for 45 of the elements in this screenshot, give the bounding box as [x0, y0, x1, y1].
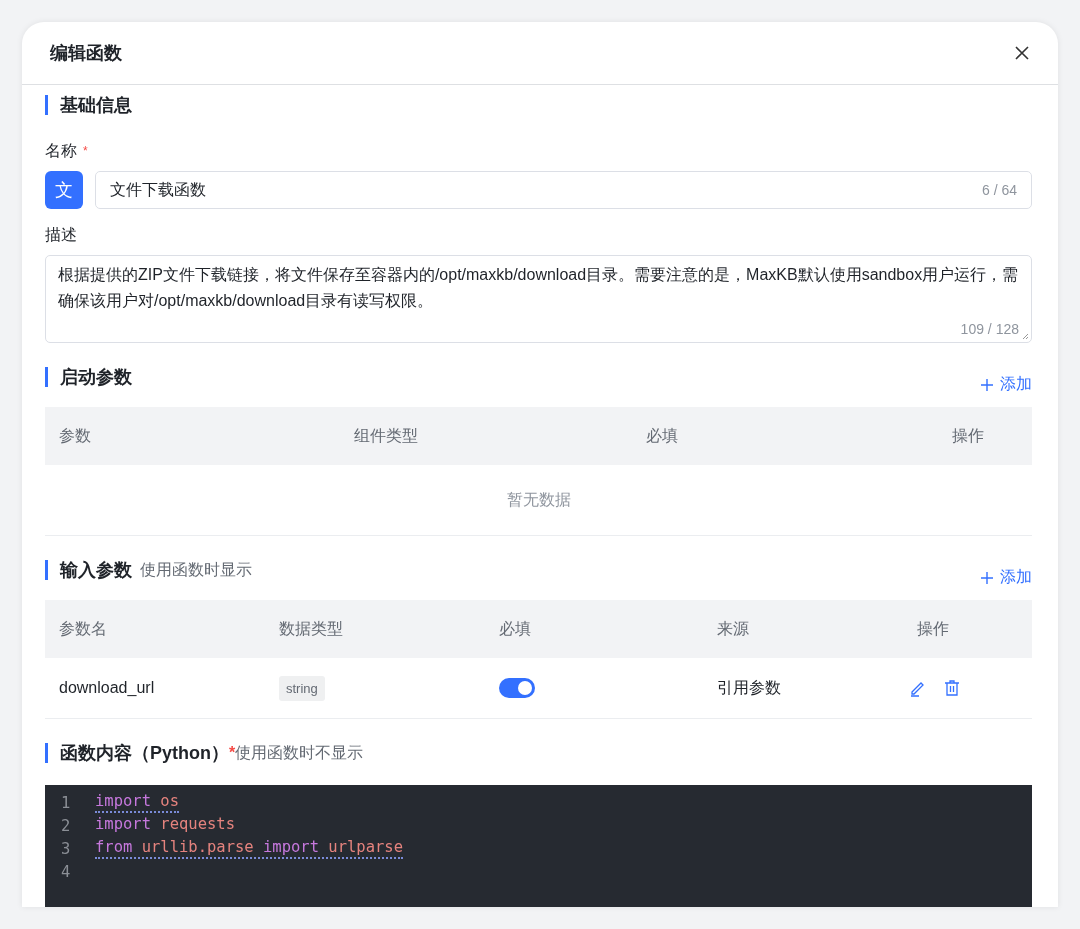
table-cell-text: download_url: [58, 679, 156, 697]
section-title: 启动参数: [60, 366, 132, 389]
required-mark: *: [229, 744, 236, 762]
plus-icon: [980, 570, 994, 585]
line-number: 3: [60, 839, 72, 858]
column-header: 参数: [58, 425, 92, 446]
add-link[interactable]: 添加: [980, 567, 1032, 588]
column-header: 必填: [645, 425, 679, 446]
section-hint: 使用函数时显示: [140, 559, 252, 580]
description-textarea[interactable]: 根据提供的ZIP文件下载链接，将文件保存至容器内的/opt/maxkb/download目录。需要注意的是，MaxKB默认使用sandbox用户运行，需确保该用户对/opt/maxkb/download目录有读写权限。 109 / 128: [45, 255, 1032, 343]
line-number: 4: [60, 862, 72, 881]
column-header: 来源: [716, 618, 750, 639]
section-title: 输入参数: [60, 559, 132, 582]
code-editor[interactable]: 1 import os 2 import requests 3 from urllib.parse import urlparse 4: [45, 785, 1032, 907]
required-mark: *: [83, 144, 88, 158]
char-count: 109 / 128: [960, 320, 1019, 338]
line-number: 2: [60, 816, 72, 835]
close-icon[interactable]: [1014, 45, 1030, 61]
section-title: 函数内容（Python）: [60, 742, 229, 765]
section-hint: 使用函数时不显示: [235, 742, 364, 763]
required-toggle[interactable]: [499, 678, 535, 698]
type-tag: string: [279, 675, 325, 701]
code-line: import os: [95, 792, 179, 813]
function-avatar: 文: [45, 171, 83, 209]
line-number: 1: [60, 793, 72, 812]
add-link[interactable]: 添加: [980, 374, 1032, 395]
empty-text: 暂无数据: [506, 489, 571, 510]
column-header: 必填: [498, 618, 532, 639]
field-label: 描述: [45, 224, 77, 245]
code-line: from urllib.parse import urlparse: [95, 838, 403, 859]
column-header: 组件类型: [353, 425, 419, 446]
section-title: 基础信息: [60, 94, 132, 117]
field-label: 名称: [45, 140, 77, 161]
column-header: 参数名: [58, 618, 108, 639]
column-header: 操作: [916, 618, 950, 639]
char-count: 6 / 64: [981, 182, 1017, 198]
trash-icon[interactable]: [943, 679, 961, 697]
plus-icon: [980, 377, 994, 392]
column-header: 操作: [952, 425, 985, 446]
column-header: 数据类型: [278, 618, 344, 639]
resize-grip-icon[interactable]: [1021, 332, 1029, 340]
name-input[interactable]: 文件下载函数 6 / 64: [95, 171, 1032, 209]
table-cell-text: 引用参数: [716, 677, 782, 698]
dialog-title: 编辑函数: [50, 42, 122, 65]
code-line: import requests: [95, 815, 235, 835]
